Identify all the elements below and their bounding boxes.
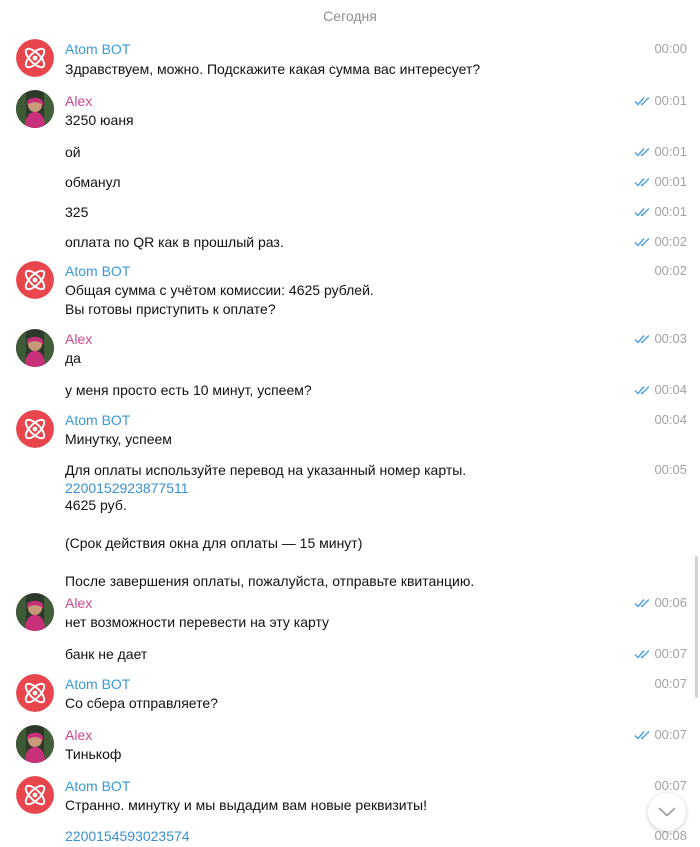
user-photo: [16, 90, 54, 128]
user-avatar[interactable]: [16, 329, 54, 367]
double-check-icon: [634, 97, 650, 106]
author-name[interactable]: Alex: [65, 726, 92, 744]
message-meta: 00:00: [654, 40, 687, 58]
double-check-icon: [634, 178, 650, 187]
message-text: Для оплаты используйте перевод на указан…: [65, 462, 467, 478]
message-time: 00:01: [654, 204, 687, 219]
message-text: ой: [65, 144, 81, 160]
message-text: Тинькоф: [65, 746, 122, 762]
chevron-down-icon: [658, 807, 676, 817]
bot-avatar[interactable]: [16, 39, 54, 77]
author-name[interactable]: Atom BOT: [65, 777, 130, 795]
message-time: 00:01: [654, 144, 687, 159]
message-text: Со сбера отправляете?: [65, 695, 218, 711]
message-meta: 00:06: [634, 594, 687, 612]
atom-logo-icon: [16, 674, 54, 712]
message-time: 00:07: [654, 727, 687, 742]
message-text: нет возможности перевести на эту карту: [65, 614, 330, 630]
message-text: 325: [65, 204, 89, 220]
scrollbar[interactable]: [695, 556, 698, 698]
card-number-link[interactable]: 2200154593023574: [65, 827, 190, 846]
message-time: 00:03: [654, 331, 687, 346]
message-meta: 00:01: [634, 173, 687, 191]
bot-avatar[interactable]: [16, 261, 54, 299]
author-name[interactable]: Atom BOT: [65, 411, 130, 429]
message-text: оплата по QR как в прошлый раз.: [65, 234, 284, 250]
message-text: Здравствуем, можно. Подскажите какая сум…: [65, 61, 481, 77]
message-time: 00:04: [654, 412, 687, 427]
message-time: 00:07: [654, 676, 687, 691]
author-name[interactable]: Alex: [65, 594, 92, 612]
atom-logo-icon: [16, 261, 54, 299]
author-name[interactable]: Atom BOT: [65, 262, 130, 280]
message-meta: 00:05: [654, 461, 687, 479]
author-name[interactable]: Atom BOT: [65, 675, 130, 693]
message-meta: 00:07: [634, 645, 687, 663]
double-check-icon: [634, 148, 650, 157]
author-name[interactable]: Atom BOT: [65, 40, 130, 58]
message-meta: 00:07: [654, 675, 687, 693]
user-avatar[interactable]: [16, 593, 54, 631]
date-separator: Сегодня: [323, 8, 377, 24]
atom-logo-icon: [16, 410, 54, 448]
message-meta: 00:01: [634, 92, 687, 110]
bot-avatar[interactable]: [16, 674, 54, 712]
double-check-icon: [634, 335, 650, 344]
message-meta: 00:04: [654, 411, 687, 429]
message-meta: 00:02: [634, 233, 687, 251]
message-meta: 00:04: [634, 381, 687, 399]
author-name[interactable]: Alex: [65, 92, 92, 110]
double-check-icon: [634, 599, 650, 608]
message-text: Общая сумма с учётом комиссии: 4625 рубл…: [65, 282, 374, 317]
message-time: 00:07: [654, 646, 687, 661]
user-photo: [16, 593, 54, 631]
message-time: 00:04: [654, 382, 687, 397]
user-photo: [16, 329, 54, 367]
message-time: 00:07: [654, 778, 687, 793]
user-photo: [16, 725, 54, 763]
double-check-icon: [634, 386, 650, 395]
message-text: 3250 юаня: [65, 112, 134, 128]
message-time: 00:00: [654, 41, 687, 56]
message-meta: 00:01: [634, 203, 687, 221]
message-time: 00:02: [654, 234, 687, 249]
message-time: 00:02: [654, 263, 687, 278]
scroll-down-button[interactable]: [648, 793, 686, 831]
message-meta: 00:02: [654, 262, 687, 280]
double-check-icon: [634, 731, 650, 740]
message-text: банк не дает: [65, 646, 148, 662]
message-meta: 00:01: [634, 143, 687, 161]
message-text: да: [65, 350, 81, 366]
message-text: Минутку, успеем: [65, 431, 172, 447]
author-name[interactable]: Alex: [65, 330, 92, 348]
message-meta: 00:07: [654, 777, 687, 795]
message-time: 00:01: [654, 93, 687, 108]
bot-avatar[interactable]: [16, 776, 54, 814]
user-avatar[interactable]: [16, 725, 54, 763]
double-check-icon: [634, 650, 650, 659]
atom-logo-icon: [16, 776, 54, 814]
user-avatar[interactable]: [16, 90, 54, 128]
message-time: 00:01: [654, 174, 687, 189]
message-text: 4625 руб. (Срок действия окна для оплаты…: [65, 497, 475, 589]
message-text: у меня просто есть 10 минут, успеем?: [65, 382, 312, 398]
double-check-icon: [634, 208, 650, 217]
message-time: 00:05: [654, 462, 687, 477]
bot-avatar[interactable]: [16, 410, 54, 448]
chat-window: Сегодня Atom BOT 00:00 Здравствуем, можн…: [0, 0, 700, 847]
message-meta: 00:03: [634, 330, 687, 348]
message-time: 00:06: [654, 595, 687, 610]
message-meta: 00:07: [634, 726, 687, 744]
message-text: Странно. минутку и мы выдадим вам новые …: [65, 797, 427, 813]
double-check-icon: [634, 238, 650, 247]
message-text: обманул: [65, 174, 121, 190]
atom-logo-icon: [16, 39, 54, 77]
